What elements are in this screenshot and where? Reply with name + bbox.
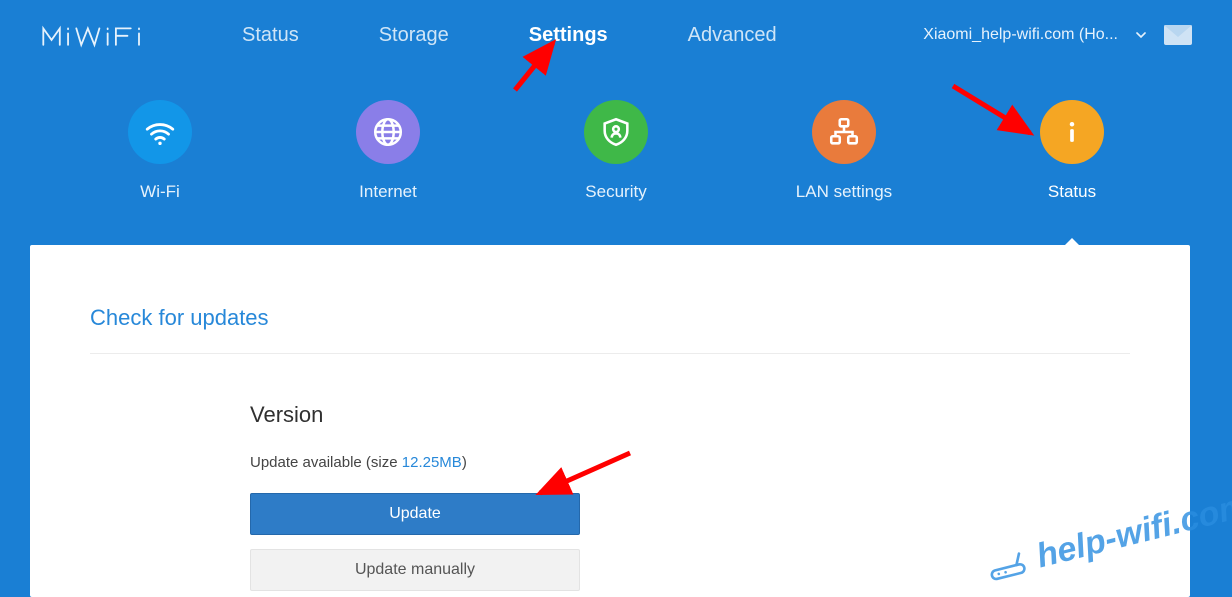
update-available-suffix: ) — [462, 454, 467, 471]
settings-subnav: Wi-Fi Internet Security LAN settings — [0, 70, 1232, 202]
subnav-status[interactable]: Status — [1012, 100, 1132, 202]
update-manually-button[interactable]: Update manually — [250, 549, 580, 591]
panel-title: Check for updates — [90, 305, 1130, 354]
version-heading: Version — [250, 402, 1130, 428]
network-icon — [812, 100, 876, 164]
nav-status[interactable]: Status — [242, 24, 299, 47]
mail-icon[interactable] — [1164, 25, 1192, 45]
update-available-prefix: Update available (size — [250, 454, 402, 471]
subnav-wifi-label: Wi-Fi — [140, 182, 180, 202]
wifi-icon — [128, 100, 192, 164]
top-bar: Status Storage Settings Advanced Xiaomi_… — [0, 0, 1232, 70]
account-label[interactable]: Xiaomi_help-wifi.com (Ho... — [923, 26, 1118, 44]
chevron-down-icon[interactable] — [1132, 26, 1150, 44]
nav-storage[interactable]: Storage — [379, 24, 449, 47]
update-available-text: Update available (size 12.25MB) — [250, 454, 1130, 471]
subnav-status-label: Status — [1048, 182, 1096, 202]
main-nav: Status Storage Settings Advanced — [242, 24, 777, 47]
shield-icon — [584, 100, 648, 164]
nav-advanced[interactable]: Advanced — [688, 24, 777, 47]
update-size: 12.25MB — [402, 454, 462, 471]
subnav-security-label: Security — [585, 182, 646, 202]
subnav-lan[interactable]: LAN settings — [784, 100, 904, 202]
subnav-wifi[interactable]: Wi-Fi — [100, 100, 220, 202]
info-icon — [1040, 100, 1104, 164]
update-button[interactable]: Update — [250, 493, 580, 535]
subnav-internet-label: Internet — [359, 182, 417, 202]
globe-icon — [356, 100, 420, 164]
logo — [40, 18, 172, 52]
account-area: Xiaomi_help-wifi.com (Ho... — [923, 25, 1192, 45]
subnav-lan-label: LAN settings — [796, 182, 892, 202]
nav-settings[interactable]: Settings — [529, 24, 608, 47]
subnav-internet[interactable]: Internet — [328, 100, 448, 202]
content-panel: Check for updates Version Update availab… — [30, 245, 1190, 597]
miwifi-logo-icon — [40, 18, 172, 52]
version-section: Version Update available (size 12.25MB) … — [250, 402, 1130, 591]
subnav-security[interactable]: Security — [556, 100, 676, 202]
